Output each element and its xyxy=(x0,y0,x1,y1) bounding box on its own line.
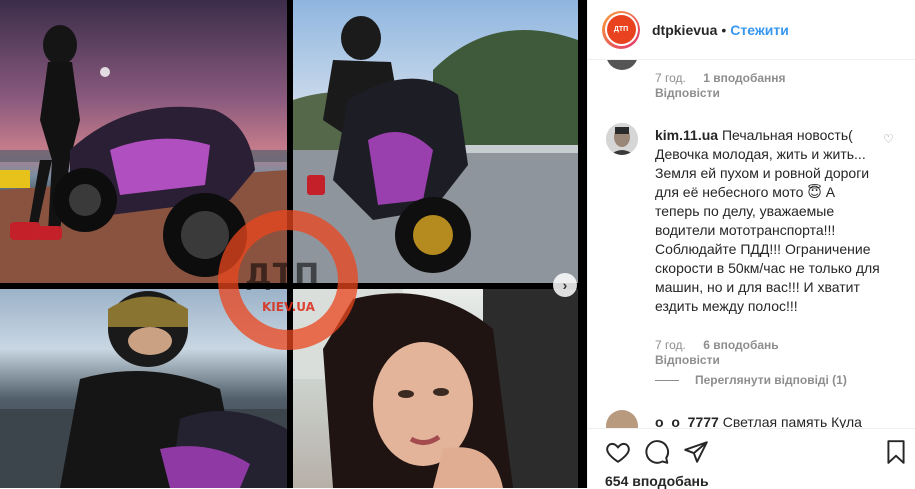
chevron-right-icon: › xyxy=(562,277,568,293)
comment-text: Печальная новость( Девочка молодая, жить… xyxy=(655,127,880,314)
comment-username[interactable]: o_o_7777 xyxy=(655,414,719,428)
comment-body: o_o_7777 Светлая память Кула xyxy=(655,413,880,428)
comment-body: kim.11.ua Печальная новость( Девочка мол… xyxy=(655,126,880,316)
reply-button[interactable]: Відповісти xyxy=(655,86,720,100)
post-media[interactable]: ДТП KIEV.UA › xyxy=(0,0,587,488)
comments-list[interactable]: 7 год. 1 вподобання Відповісти kim.11.ua… xyxy=(588,60,915,428)
bookmark-icon xyxy=(887,440,905,464)
comment-button[interactable] xyxy=(644,439,670,465)
reply-button[interactable]: Відповісти xyxy=(655,353,720,367)
divider xyxy=(655,379,679,381)
comment-meta: 7 год. 1 вподобання xyxy=(655,71,786,85)
comment-icon xyxy=(645,440,669,464)
watermark-text: ДТП xyxy=(245,258,321,293)
comment-meta: 7 год. 6 вподобань xyxy=(655,338,779,352)
follow-button[interactable]: Стежити xyxy=(730,22,789,38)
next-photo-button[interactable]: › xyxy=(553,273,577,297)
watermark-subtext: KIEV.UA xyxy=(262,300,315,314)
avatar[interactable] xyxy=(606,410,638,428)
share-button[interactable] xyxy=(683,439,709,465)
post-header: ДТП dtpkievua • Стежити xyxy=(588,0,915,60)
post-actions: 654 вподобань xyxy=(588,428,915,489)
likes-count[interactable]: 654 вподобань xyxy=(605,473,709,489)
post-sidebar: ДТП dtpkievua • Стежити 7 год. 1 вподоба… xyxy=(587,0,915,489)
brand-logo: ДТП xyxy=(606,15,636,44)
separator-dot: • xyxy=(721,21,727,38)
avatar[interactable] xyxy=(606,123,638,155)
like-button[interactable] xyxy=(605,439,631,465)
bookmark-button[interactable] xyxy=(883,439,909,465)
view-replies-button[interactable]: Переглянути відповіді (1) xyxy=(655,373,847,387)
comment-likes[interactable]: 1 вподобання xyxy=(703,71,785,85)
comment-time[interactable]: 7 год. xyxy=(655,338,686,352)
comment-likes[interactable]: 6 вподобань xyxy=(703,338,778,352)
comment-time[interactable]: 7 год. xyxy=(655,71,686,85)
heart-icon: ♡ xyxy=(883,132,894,146)
heart-icon xyxy=(606,442,630,463)
username-link[interactable]: dtpkievua xyxy=(652,22,717,38)
comment-like-button[interactable]: ♡ xyxy=(883,132,894,146)
avatar[interactable] xyxy=(606,60,638,70)
share-icon xyxy=(684,441,708,463)
comment-text: Светлая память Кула xyxy=(722,414,862,428)
avatar[interactable]: ДТП xyxy=(602,10,640,49)
comment-username[interactable]: kim.11.ua xyxy=(655,127,718,143)
